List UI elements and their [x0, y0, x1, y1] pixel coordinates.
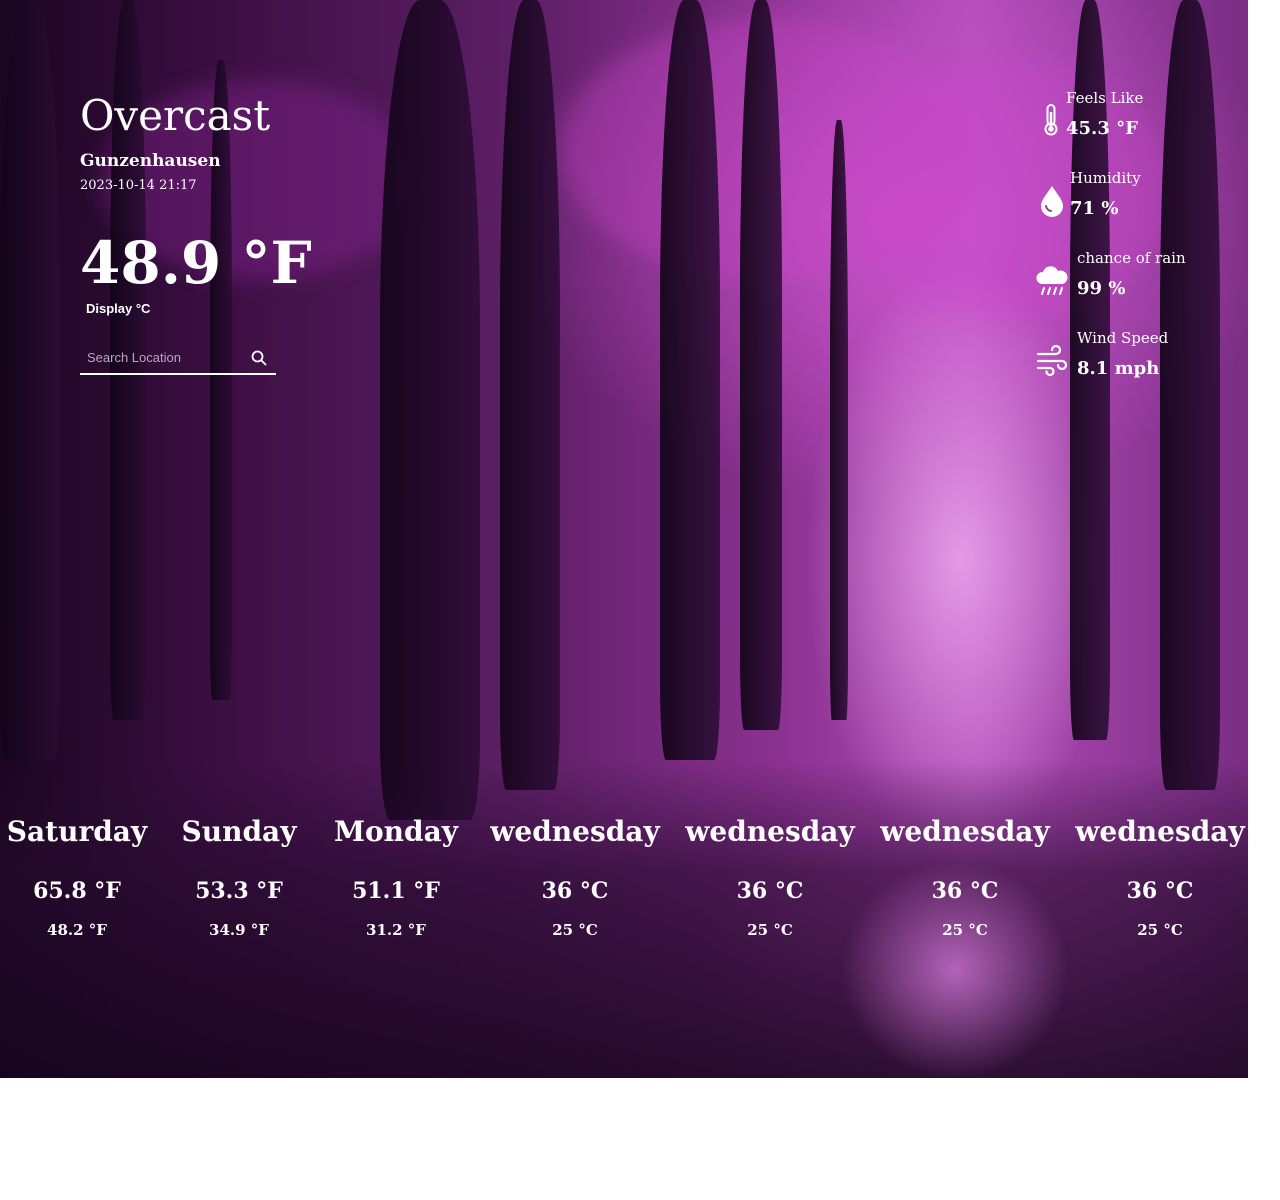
forecast-low-temp: 25 °C [747, 921, 793, 939]
forecast-low-temp: 31.2 °F [366, 921, 426, 939]
humidity-value: 71 % [1070, 198, 1119, 219]
weather-stats: Feels Like 45.3 °F Humidity 71 % chance … [1030, 88, 1230, 408]
forecast-high-temp: 65.8 °F [33, 878, 121, 904]
forecast-low-temp: 25 °C [1137, 921, 1183, 939]
city-name: Gunzenhausen [80, 151, 221, 171]
search-icon[interactable] [250, 349, 268, 367]
date-time: 2023-10-14 21:17 [80, 178, 197, 193]
forecast-day-name: wednesday [685, 815, 855, 848]
weather-condition: Overcast [80, 91, 271, 140]
wind-icon [1034, 342, 1070, 378]
forecast-low-temp: 34.9 °F [209, 921, 269, 939]
wind-speed-label: Wind Speed [1077, 329, 1169, 347]
droplet-icon [1034, 182, 1070, 218]
forecast-day: wednesday 36 °C 25 °C [880, 812, 1049, 940]
forecast-high-temp: 51.1 °F [352, 878, 440, 904]
chance-of-rain-label: chance of rain [1077, 249, 1186, 267]
forecast-high-temp: 36 °C [736, 878, 804, 904]
forecast-day: Monday 51.1 °F 31.2 °F [334, 812, 458, 940]
humidity-stat: Humidity 71 % [1030, 168, 1230, 248]
feels-like-stat: Feels Like 45.3 °F [1030, 88, 1230, 168]
chance-of-rain-value: 99 % [1077, 278, 1126, 299]
current-temperature: 48.9 °F [80, 229, 312, 297]
forecast-high-temp: 53.3 °F [195, 878, 283, 904]
forecast-low-temp: 25 °C [942, 921, 988, 939]
current-weather-panel: Overcast Gunzenhausen 2023-10-14 21:17 4… [80, 90, 340, 375]
feels-like-label: Feels Like [1066, 89, 1144, 107]
forecast-low-temp: 48.2 °F [47, 921, 107, 939]
forecast-low-temp: 25 °C [552, 921, 598, 939]
unit-toggle-button[interactable]: Display °C [86, 301, 150, 316]
rain-cloud-icon [1034, 262, 1070, 298]
feels-like-value: 45.3 °F [1066, 118, 1138, 139]
forecast-day: wednesday 36 °C 25 °C [685, 812, 854, 940]
wind-speed-value: 8.1 mph [1077, 358, 1160, 379]
forecast-day-name: wednesday [880, 815, 1050, 848]
forecast-high-temp: 36 °C [931, 878, 999, 904]
forecast-day: wednesday 36 °C 25 °C [1075, 812, 1244, 940]
forecast-high-temp: 36 °C [541, 878, 609, 904]
humidity-label: Humidity [1070, 169, 1141, 187]
search-box [80, 345, 276, 375]
forecast-row: Saturday 65.8 °F 48.2 °F Sunday 53.3 °F … [0, 812, 1248, 962]
thermometer-icon [1034, 102, 1070, 138]
forecast-day: wednesday 36 °C 25 °C [490, 812, 659, 940]
forecast-day-name: wednesday [490, 815, 660, 848]
forecast-day-name: Monday [333, 815, 459, 848]
wind-speed-stat: Wind Speed 8.1 mph [1030, 328, 1230, 408]
chance-of-rain-stat: chance of rain 99 % [1030, 248, 1230, 328]
search-input[interactable] [80, 345, 247, 369]
weather-app: Overcast Gunzenhausen 2023-10-14 21:17 4… [0, 0, 1248, 1078]
forecast-day-name: Saturday [6, 815, 148, 848]
forecast-day-name: Sunday [181, 815, 297, 848]
forecast-day-name: wednesday [1075, 815, 1245, 848]
forecast-day: Saturday 65.8 °F 48.2 °F [7, 812, 147, 940]
forecast-day: Sunday 53.3 °F 34.9 °F [182, 812, 297, 940]
forecast-high-temp: 36 °C [1126, 878, 1194, 904]
